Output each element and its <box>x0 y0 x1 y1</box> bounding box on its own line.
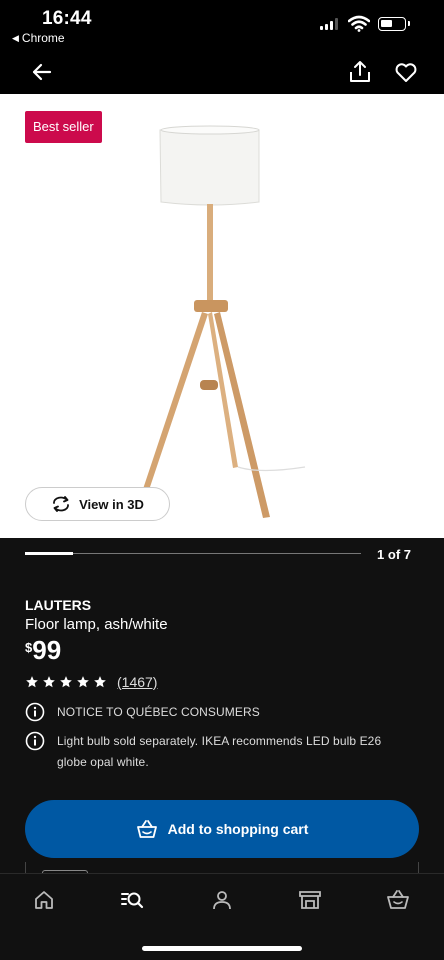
product-image-gallery[interactable]: Best seller View in 3D <box>0 94 444 538</box>
back-triangle-icon: ◀ <box>12 32 19 43</box>
page-indicator: 1 of 7 <box>377 547 411 562</box>
image-progress-track[interactable] <box>25 552 361 555</box>
bulb-notice-line-2: globe opal white. <box>57 755 149 769</box>
share-icon[interactable] <box>346 58 374 86</box>
image-progress-thumb <box>25 552 73 555</box>
quebec-notice-text: NOTICE TO QUÉBEC CONSUMERS <box>57 705 260 719</box>
top-nav-bar <box>0 50 444 94</box>
bulb-notice-text: Light bulb sold separately. IKEA recomme… <box>57 731 381 773</box>
add-to-cart-button[interactable]: Add to shopping cart <box>25 800 419 858</box>
store-icon[interactable] <box>298 888 322 912</box>
rating-row[interactable]: (1467) <box>25 674 157 690</box>
star-icon <box>26 676 38 688</box>
quebec-notice[interactable]: NOTICE TO QUÉBEC CONSUMERS <box>25 702 260 723</box>
product-name: LAUTERS <box>25 597 92 613</box>
basket-icon[interactable] <box>386 888 410 912</box>
profile-icon[interactable] <box>210 888 234 912</box>
product-image <box>142 125 306 518</box>
info-icon <box>25 702 45 722</box>
signal-icon <box>320 18 338 30</box>
star-icon <box>94 676 106 688</box>
product-description: Floor lamp, ash/white <box>25 616 168 633</box>
search-list-icon[interactable] <box>120 888 144 912</box>
image-pager: 1 of 7 <box>0 538 444 578</box>
price-amount: 99 <box>32 635 62 665</box>
status-bar: 16:44 ◀ Chrome <box>0 0 444 50</box>
review-count-link[interactable]: (1467) <box>117 674 157 690</box>
rotate-3d-icon <box>53 496 69 512</box>
back-app-label: Chrome <box>21 31 65 45</box>
bulb-notice: Light bulb sold separately. IKEA recomme… <box>25 731 381 773</box>
bulb-notice-line-1: Light bulb sold separately. IKEA recomme… <box>57 734 382 748</box>
home-icon[interactable] <box>32 888 56 912</box>
view-in-3d-button[interactable]: View in 3D <box>25 487 170 521</box>
add-to-cart-label: Add to shopping cart <box>167 821 309 837</box>
status-time: 16:44 <box>42 8 92 29</box>
back-arrow-icon[interactable] <box>28 58 56 86</box>
wifi-icon <box>348 15 370 32</box>
star-icon <box>43 676 55 688</box>
heart-icon[interactable] <box>392 58 420 86</box>
star-icon <box>60 676 72 688</box>
currency-symbol: $ <box>25 640 33 655</box>
best-seller-badge: Best seller <box>25 111 102 143</box>
info-icon <box>25 731 45 751</box>
view-in-3d-label: View in 3D <box>79 496 144 512</box>
product-price: $ 99 <box>25 635 61 666</box>
rating-stars <box>25 675 107 689</box>
home-indicator[interactable] <box>142 946 302 951</box>
basket-icon <box>136 820 157 838</box>
star-icon <box>77 676 89 688</box>
back-to-app-link[interactable]: ◀ Chrome <box>12 31 65 45</box>
battery-icon <box>378 17 410 31</box>
